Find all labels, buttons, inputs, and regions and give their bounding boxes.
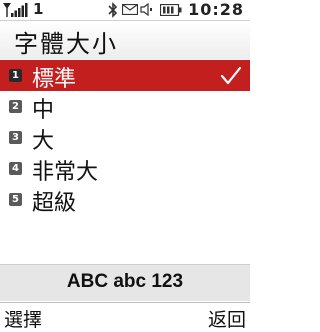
item-number-badge: 5 xyxy=(9,193,22,206)
item-label: 中 xyxy=(32,98,55,123)
item-number-badge: 1 xyxy=(9,69,22,82)
list-item-standard[interactable]: 1 標準 xyxy=(0,60,250,92)
message-icon xyxy=(122,4,138,15)
status-bar: 1 10:28 xyxy=(0,0,250,21)
signal-label: 1 xyxy=(33,0,44,18)
signal-strength-icon xyxy=(3,3,28,17)
item-label: 非常大 xyxy=(32,160,99,185)
list-item-extra-large[interactable]: 4 非常大 xyxy=(0,153,250,185)
list-item-medium[interactable]: 2 中 xyxy=(0,91,250,123)
item-label: 超級 xyxy=(32,191,77,216)
item-number-badge: 4 xyxy=(9,162,22,175)
list-item-super[interactable]: 5 超級 xyxy=(0,184,250,216)
clock: 10:28 xyxy=(188,0,244,19)
title-bar: 字體大小 xyxy=(0,21,250,59)
item-label: 標準 xyxy=(32,67,77,92)
preview-text: ABC abc 123 xyxy=(66,271,184,292)
font-preview: ABC abc 123 xyxy=(0,264,250,301)
bluetooth-icon xyxy=(108,2,118,18)
select-softkey[interactable]: 選擇 xyxy=(4,305,42,332)
item-number-badge: 2 xyxy=(9,100,22,113)
list-item-large[interactable]: 3 大 xyxy=(0,122,250,154)
checkmark-icon xyxy=(220,66,242,85)
item-number-badge: 3 xyxy=(9,131,22,144)
font-size-list: 1 標準 2 中 3 大 4 非常大 5 超級 xyxy=(0,60,250,216)
softkey-bar: 選擇 返回 xyxy=(0,302,250,331)
speaker-icon xyxy=(140,3,152,16)
page-title: 字體大小 xyxy=(14,30,118,58)
item-label: 大 xyxy=(32,129,55,154)
back-softkey[interactable]: 返回 xyxy=(208,305,246,332)
battery-icon xyxy=(160,4,182,16)
